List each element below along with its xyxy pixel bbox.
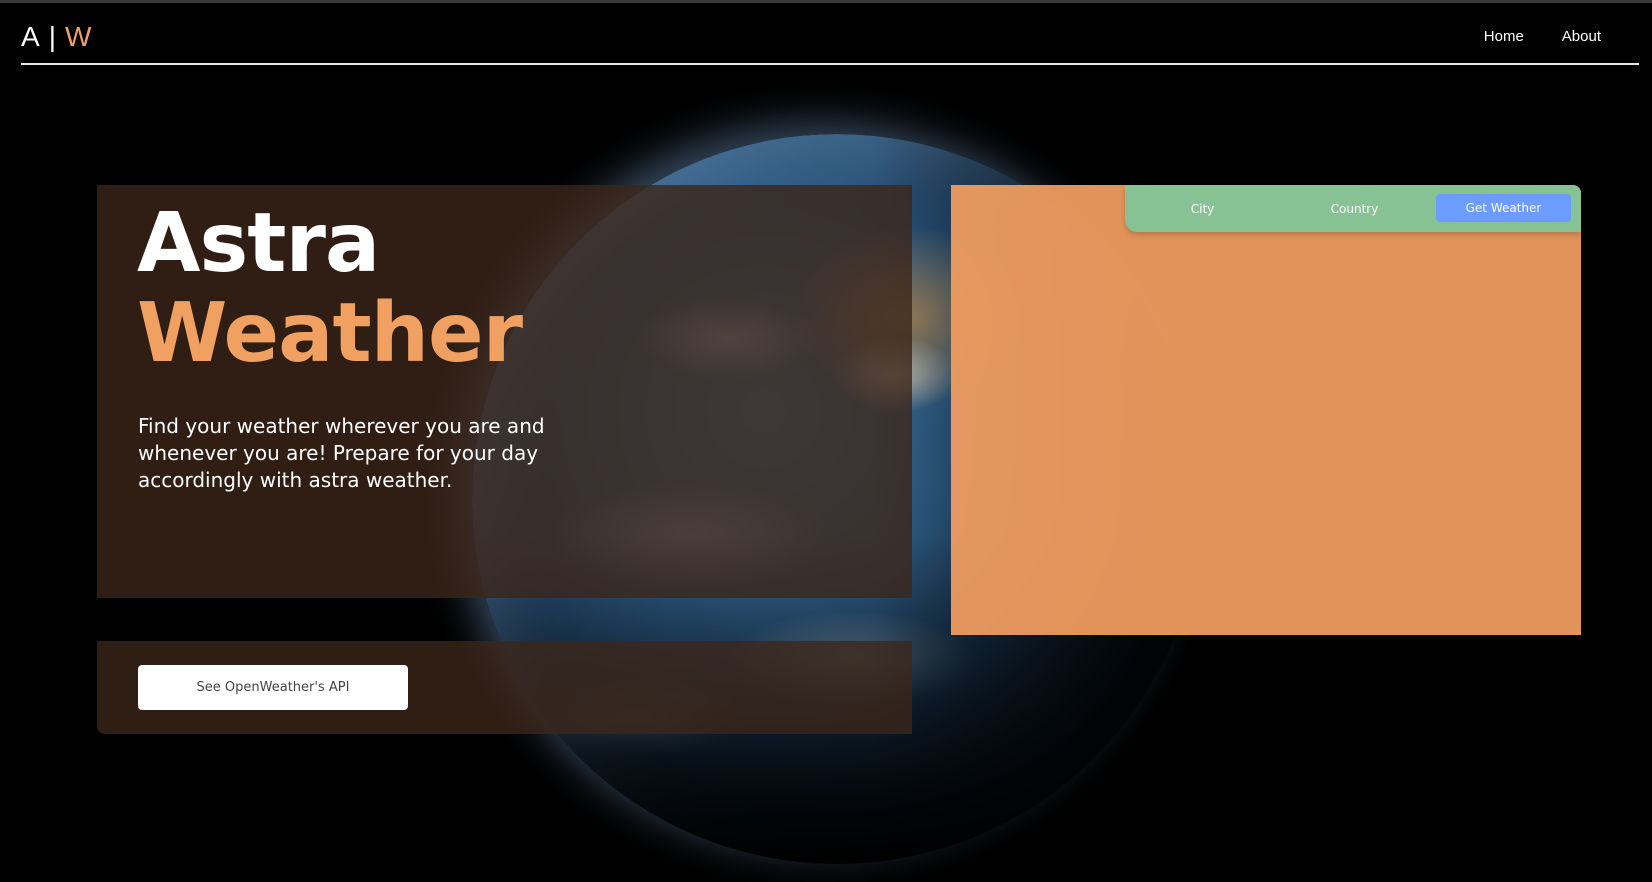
logo-letter-a: A	[21, 21, 41, 52]
weather-result-panel: Get Weather	[951, 185, 1581, 635]
nav-links: Home About	[1484, 28, 1601, 45]
navbar: A | W Home About	[21, 3, 1639, 65]
openweather-api-button[interactable]: See OpenWeather's API	[138, 665, 408, 710]
hero-title-weather: Weather	[137, 286, 523, 381]
country-input[interactable]	[1285, 194, 1424, 224]
weather-search-bar: Get Weather	[1125, 185, 1581, 232]
api-link-panel: See OpenWeather's API	[97, 641, 912, 734]
hero-tagline: Find your weather wherever you are and w…	[138, 414, 545, 492]
hero-title-astra: Astra	[137, 196, 380, 291]
city-input[interactable]	[1133, 194, 1272, 224]
logo-separator: |	[48, 21, 57, 52]
hero-panel: Astra Weather Find your weather wherever…	[97, 185, 912, 598]
get-weather-button[interactable]: Get Weather	[1436, 194, 1571, 222]
nav-link-home[interactable]: Home	[1484, 28, 1524, 45]
nav-link-about[interactable]: About	[1562, 28, 1601, 45]
logo-letter-w: W	[64, 21, 93, 52]
site-logo[interactable]: A | W	[21, 21, 92, 53]
